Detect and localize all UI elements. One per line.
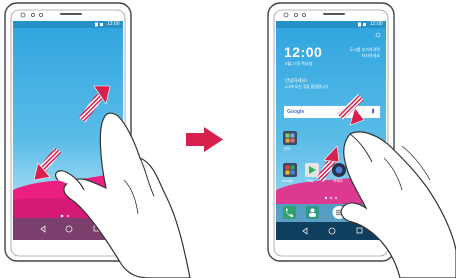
page-indicator (329, 196, 333, 200)
app-label-play: Play (307, 179, 314, 183)
google-folder[interactable] (283, 163, 297, 177)
folder-label: 관리 (284, 147, 291, 151)
sensor-icon (301, 12, 306, 17)
scene (4, 2, 456, 278)
transition-arrow (186, 127, 223, 152)
google-logo: Google (287, 108, 305, 115)
front-camera-icon (283, 12, 289, 18)
battery-icon (358, 22, 361, 27)
weather-city-line1[interactable]: 도시를 추가하려면 (346, 48, 380, 52)
front-camera-icon (20, 12, 26, 18)
earpiece-icon (60, 13, 82, 15)
weather-city-line2[interactable]: 터치하세요 (346, 54, 380, 58)
app-folder[interactable] (283, 131, 297, 145)
battery-icon (95, 22, 98, 27)
phone-icon[interactable] (283, 206, 296, 219)
greeting-title: 안녕하세요! (285, 78, 307, 83)
sensor-icon (293, 12, 298, 17)
status-time: 12:00 (370, 21, 383, 27)
page-indicator (66, 214, 70, 218)
status-time: 12:00 (107, 21, 120, 27)
app-label-camera: 카메라 (333, 179, 343, 183)
app-label-google: Google (282, 179, 294, 183)
date-label: 5월 27일 목요일 (285, 61, 313, 66)
earpiece-icon (323, 13, 345, 15)
sensor-icon (30, 12, 35, 17)
clock-widget[interactable]: 12:00 (284, 45, 322, 59)
illustration: 12:00 12:00 12:00 5월 27일 목요일 도시를 추가하려면 터… (0, 0, 456, 278)
page-indicator (60, 214, 64, 218)
greeting-subtitle: LG에 오신 것을 환영합니다 (285, 85, 329, 89)
page-indicator (334, 196, 338, 200)
app-label-gallery: 갤러리 (356, 179, 366, 183)
signal-icon (100, 23, 103, 26)
signal-icon (363, 23, 366, 26)
phone-left (4, 2, 191, 278)
sensor-icon (39, 12, 44, 17)
mic-icon[interactable] (372, 108, 375, 114)
page-indicator (324, 196, 328, 200)
